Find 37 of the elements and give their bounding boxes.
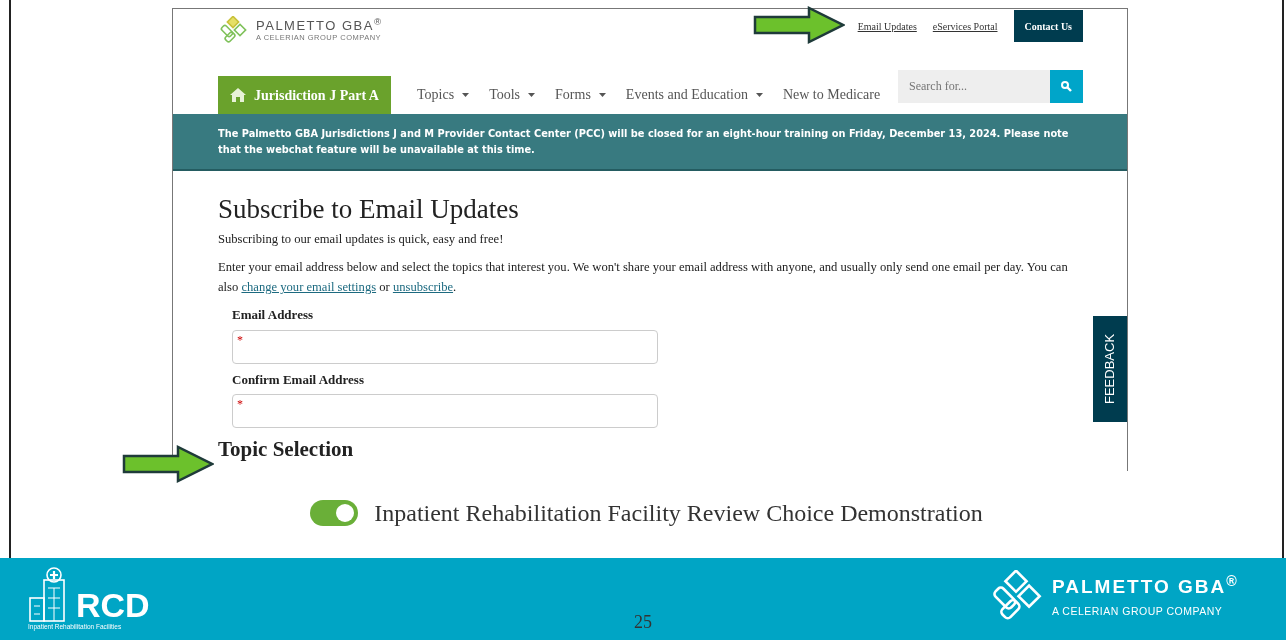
nav-menu-item[interactable]: New to Medicare [772,76,891,114]
caret-icon [598,93,606,97]
input-field[interactable]: * [232,329,658,364]
toggle-label: Inpatient Rehabilitation Facility Review Choice Demonstration [374,499,983,528]
logo-text: PALMETTO GBA$^{®}$ [256,18,383,32]
nav-menu-item[interactable]: Forms [545,76,616,114]
required-mark: * [237,331,243,349]
home-icon [230,88,247,102]
search-button[interactable] [1050,70,1083,103]
rcd-logo-text: RCD [76,588,150,622]
caret-icon [528,93,536,97]
required-mark: * [237,396,243,414]
description-text: Enter your email address below and select the topics that interest you. We won't share your email address with anyone, and usually only send one email per day. You can also change your email settings or unsubscribe. [218,259,1069,297]
contact-button[interactable]: Contact Us [1013,10,1083,42]
logo-tagline: A CELERIAN GROUP COMPANY [1052,603,1224,619]
field-label: Email Address [232,306,315,325]
page-number: 25 [634,612,652,632]
toggle-switch[interactable] [310,500,359,526]
logo-icon [218,16,248,46]
caret-icon [755,93,763,97]
section-heading: Topic Selection [218,436,355,464]
nav-menu-item[interactable]: Tools [479,76,546,114]
intro-text: Subscribing to our email updates is quick, easy and free! [218,231,505,249]
caret-icon [462,93,470,97]
text-link[interactable]: change your email settings [241,280,377,295]
header-link[interactable]: eServices Portal [932,18,998,34]
nav-menu-item[interactable]: Topics [407,76,480,114]
search-field[interactable]: Search for... [898,70,1050,103]
field-label: Confirm Email Address [232,370,365,389]
header-link[interactable]: Email Updates [857,18,917,34]
announcement-banner: The Palmetto GBA Jurisdictions J and M Provider Contact Center (PCC) will be closed for an eight-hour training on Friday, December 13, 2024. Please note that the webchat feature will be unavailable at this time. [173,114,1127,171]
input-field[interactable]: * [232,394,658,429]
page-title: Subscribe to Email Updates [218,193,520,226]
search-icon [1061,81,1072,92]
logo-text: PALMETTO GBA$^{®}$ [1052,576,1239,596]
feedback-tab[interactable]: FEEDBACK [1093,316,1127,422]
nav-menu-item[interactable]: Events and Education [615,76,773,114]
